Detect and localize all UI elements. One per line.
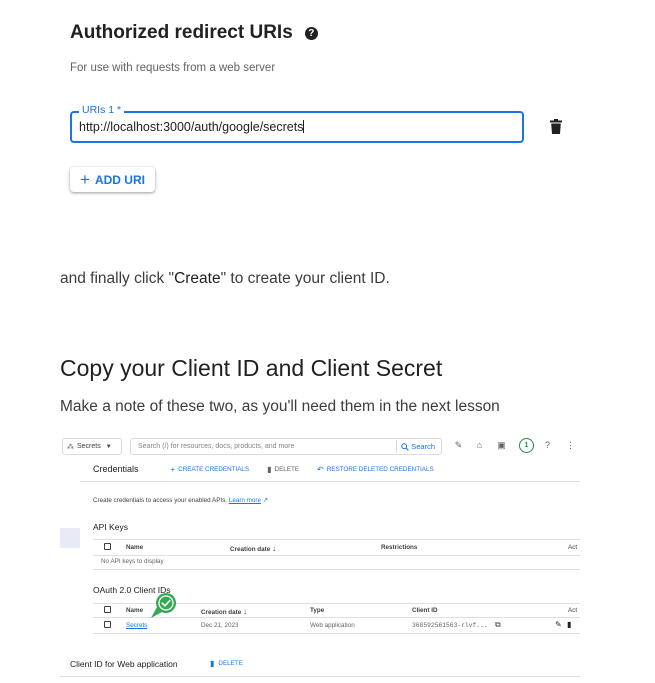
client-creation-date: Dec 21, 2023	[201, 622, 239, 629]
search-placeholder: Search (/) for resources, docs, products…	[138, 443, 295, 450]
terminal-icon[interactable]: ▣	[496, 440, 507, 451]
col-type: Type	[310, 607, 325, 614]
project-selector[interactable]: ⁂ Secrets ▼	[62, 438, 122, 455]
gift-icon[interactable]: ⌂	[474, 440, 485, 451]
add-uri-label: ADD URI	[94, 172, 145, 187]
trash-icon: ▮	[210, 659, 215, 668]
client-id-value: 368592561563-rlvf...	[412, 622, 488, 629]
chevron-down-icon: ▼	[105, 443, 112, 450]
search-button[interactable]: Search	[396, 440, 439, 453]
arrow-down-icon: ↓	[243, 607, 247, 616]
divider	[93, 569, 580, 570]
plus-icon: +	[80, 170, 90, 189]
client-name-link[interactable]: Secrets	[126, 622, 147, 629]
create-credentials-button[interactable]: + CREATE CREDENTIALS	[171, 465, 250, 474]
divider	[93, 539, 580, 540]
learn-more-link[interactable]: Learn more	[229, 497, 261, 504]
section-heading: Copy your Client ID and Client Secret	[60, 355, 443, 381]
credentials-toolbar: Credentials + CREATE CREDENTIALS ▮ DELETE …	[80, 460, 452, 478]
more-vert-icon[interactable]: ⋮	[565, 440, 576, 451]
col-creation-date[interactable]: Creation date ↓	[201, 607, 247, 616]
col-actions: Act	[568, 544, 578, 551]
console-screenshot: ⁂ Secrets ▼ Search (/) for resources, do…	[60, 434, 580, 683]
add-uri-button[interactable]: + ADD URI	[70, 167, 155, 192]
redirect-uris-heading: Authorized redirect URIs	[70, 22, 293, 43]
col-name: Name	[126, 607, 144, 614]
instruction-paragraph: and finally click "Create" to create you…	[60, 270, 390, 287]
help-icon[interactable]: ?	[304, 26, 318, 40]
section-note: Make a note of these two, as you'll need…	[60, 398, 500, 415]
col-client-id: Client ID	[412, 607, 438, 614]
external-link-icon: ↗	[262, 497, 269, 504]
uri-input-field[interactable]: URIs 1 * http://localhost:3000/auth/goog…	[70, 104, 524, 143]
trash-icon[interactable]	[550, 119, 562, 134]
check-icon	[151, 593, 176, 618]
copy-icon[interactable]: ⧉	[495, 620, 501, 630]
edit-icon[interactable]: ✎	[555, 620, 562, 629]
credentials-title: Credentials	[93, 464, 139, 474]
client-detail-title: Client ID for Web application	[70, 659, 178, 669]
plus-icon: +	[170, 464, 176, 474]
client-delete-button[interactable]: ▮ DELETE	[210, 659, 243, 668]
trash-icon: ▮	[267, 464, 272, 474]
divider	[60, 676, 580, 677]
uri-input-label: URIs 1 *	[79, 104, 125, 116]
client-type: Web application	[310, 622, 355, 629]
restore-credentials-button[interactable]: ↶ RESTORE DELETED CREDENTIALS	[317, 465, 434, 474]
divider	[80, 481, 580, 482]
search-icon	[401, 442, 410, 451]
api-keys-empty: No API keys to display	[101, 558, 164, 565]
delete-button[interactable]: ▮ DELETE	[267, 465, 299, 474]
undo-icon: ↶	[317, 464, 324, 474]
col-creation-date[interactable]: Creation date ↓	[230, 544, 276, 553]
create-emphasis: Create	[174, 270, 221, 287]
feedback-icon[interactable]: ✎	[453, 440, 464, 451]
uri-input-value[interactable]: http://localhost:3000/auth/google/secret…	[79, 120, 305, 134]
col-actions: Act	[568, 607, 578, 614]
select-all-checkbox[interactable]	[104, 606, 111, 613]
redirect-uris-subtitle: For use with requests from a web server	[70, 62, 276, 74]
divider	[93, 555, 580, 556]
row-checkbox[interactable]	[104, 621, 111, 628]
api-keys-title: API Keys	[93, 522, 128, 532]
arrow-down-icon: ↓	[272, 544, 276, 553]
help-circle-icon[interactable]: ?	[542, 440, 553, 451]
notification-badge[interactable]: 1	[519, 438, 534, 453]
col-restrictions: Restrictions	[381, 544, 418, 551]
col-name: Name	[126, 544, 144, 551]
credentials-note: Create credentials to access your enable…	[93, 497, 269, 504]
console-search-input[interactable]: Search (/) for resources, docs, products…	[130, 438, 442, 455]
divider	[93, 633, 580, 634]
nav-highlight	[60, 528, 80, 548]
redirect-uris-title: Authorized redirect URIs ?	[70, 22, 318, 44]
console-topbar: ⁂ Secrets ▼ Search (/) for resources, do…	[60, 434, 580, 458]
select-all-checkbox[interactable]	[104, 543, 111, 550]
text-caret	[303, 120, 305, 133]
trash-icon[interactable]: ▮	[567, 620, 571, 629]
project-icon: ⁂	[67, 443, 74, 451]
